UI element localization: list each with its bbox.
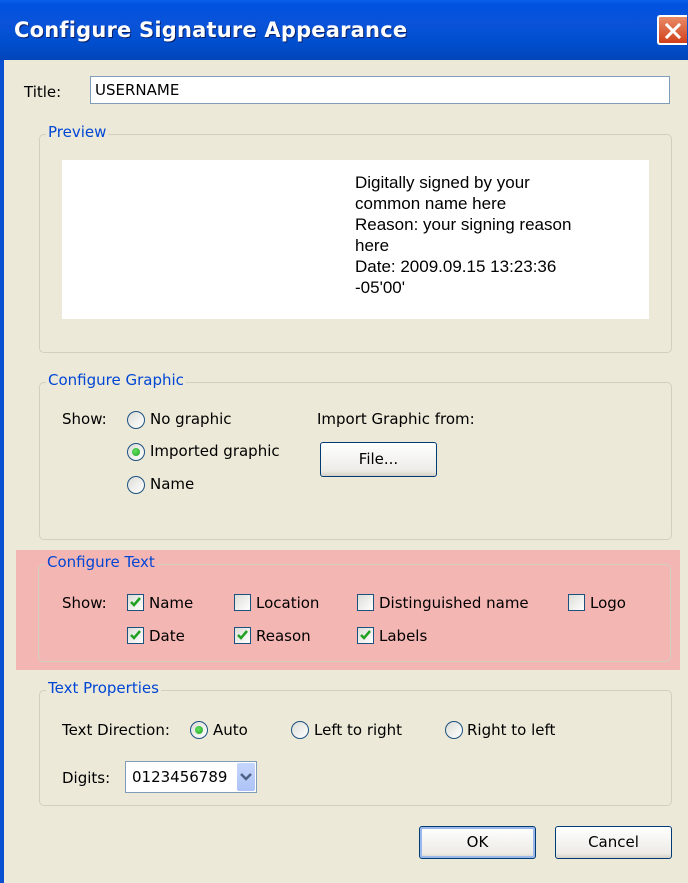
checkbox-reason-label[interactable]: Reason [256, 627, 311, 645]
file-button[interactable]: File... [320, 442, 437, 477]
checkbox-reason[interactable] [234, 627, 251, 644]
checkmark-icon [360, 630, 371, 640]
radio-direction-auto[interactable] [190, 721, 208, 739]
radio-direction-rtl-label[interactable]: Right to left [467, 721, 555, 739]
checkbox-logo[interactable] [568, 594, 585, 611]
radio-name-graphic[interactable] [127, 476, 145, 494]
checkbox-location[interactable] [234, 594, 251, 611]
digits-label: Digits: [62, 769, 111, 787]
window-title: Configure Signature Appearance [14, 18, 408, 42]
cancel-button[interactable]: Cancel [555, 826, 672, 859]
graphic-show-label: Show: [62, 410, 107, 428]
text-properties-legend: Text Properties [46, 679, 161, 697]
dialog-window: Configure Signature Appearance Title: Pr… [0, 0, 688, 883]
digits-select-value: 0123456789 [132, 768, 228, 786]
configure-graphic-legend: Configure Graphic [46, 371, 186, 389]
radio-imported-graphic-label[interactable]: Imported graphic [150, 442, 280, 460]
import-graphic-label: Import Graphic from: [317, 410, 475, 428]
checkbox-name[interactable] [127, 594, 144, 611]
checkbox-distinguished-name[interactable] [357, 594, 374, 611]
digits-select[interactable]: 0123456789 [125, 761, 257, 793]
checkbox-location-label[interactable]: Location [256, 594, 319, 612]
close-icon [664, 22, 682, 40]
checkbox-date-label[interactable]: Date [149, 627, 185, 645]
checkbox-distinguished-name-label[interactable]: Distinguished name [379, 594, 529, 612]
title-input[interactable] [90, 76, 670, 104]
close-button[interactable] [657, 15, 687, 45]
radio-direction-rtl[interactable] [445, 721, 463, 739]
configure-text-legend: Configure Text [45, 553, 157, 571]
checkbox-name-label[interactable]: Name [149, 594, 193, 612]
checkmark-icon [237, 630, 248, 640]
preview-line: Reason: your signing reason [355, 215, 572, 234]
dropdown-arrow[interactable] [237, 763, 255, 791]
window-frame [0, 60, 4, 883]
preview-line: -05'00' [355, 278, 405, 297]
chevron-down-icon [240, 773, 252, 781]
preview-line: here [355, 236, 390, 255]
radio-no-graphic[interactable] [127, 411, 145, 429]
title-bar[interactable]: Configure Signature Appearance [0, 0, 688, 60]
checkbox-date[interactable] [127, 627, 144, 644]
checkmark-icon [130, 630, 141, 640]
radio-imported-graphic[interactable] [127, 443, 145, 461]
preview-line: common name here [355, 194, 507, 213]
radio-name-graphic-label[interactable]: Name [150, 475, 194, 493]
checkbox-labels-label[interactable]: Labels [379, 627, 427, 645]
radio-direction-ltr[interactable] [291, 721, 309, 739]
radio-direction-auto-label[interactable]: Auto [213, 721, 248, 739]
ok-button[interactable]: OK [419, 826, 536, 859]
signature-preview-text: Digitally signed by your common name her… [355, 172, 625, 298]
preview-legend: Preview [46, 123, 109, 141]
title-label: Title: [24, 83, 62, 101]
text-show-label: Show: [62, 594, 107, 612]
preview-line: Digitally signed by your [355, 173, 530, 192]
radio-direction-ltr-label[interactable]: Left to right [314, 721, 402, 739]
radio-no-graphic-label[interactable]: No graphic [150, 410, 232, 428]
checkbox-labels[interactable] [357, 627, 374, 644]
checkbox-logo-label[interactable]: Logo [590, 594, 626, 612]
configure-text-group: Configure Text [38, 553, 671, 662]
preview-line: Date: 2009.09.15 13:23:36 [355, 257, 557, 276]
text-direction-label: Text Direction: [62, 721, 170, 739]
checkmark-icon [130, 597, 141, 607]
